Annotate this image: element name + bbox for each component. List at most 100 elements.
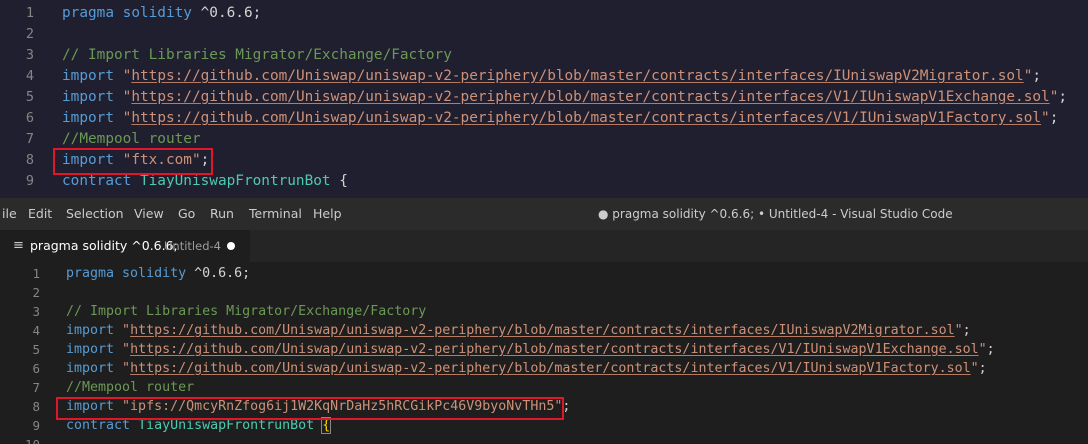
code-token: ": [954, 323, 963, 338]
code-line[interactable]: 6 import "https://github.com/Uniswap/unis…: [0, 108, 1088, 129]
code-line[interactable]: 6 import "https://github.com/Uniswap/unis…: [0, 359, 1088, 378]
code-token: ": [122, 342, 131, 357]
code-text: import "https://github.com/Uniswap/unisw…: [66, 359, 987, 378]
tab-description: Untitled-4: [164, 239, 221, 253]
code-token: ;: [962, 323, 971, 338]
line-number: 6: [25, 110, 34, 126]
code-token: ": [1041, 110, 1050, 126]
code-text: import "ipfs://QmcyRnZfog6ij1W2KqNrDaHz5…: [66, 397, 570, 416]
code-text: //Mempool router: [62, 129, 201, 150]
code-token: https://github.com/Uniswap/uniswap-v2-pe…: [130, 323, 955, 338]
code-token: //Mempool router: [66, 380, 195, 395]
code-text: import "https://github.com/Uniswap/unisw…: [66, 321, 971, 340]
code-token: solidity: [122, 5, 201, 21]
line-number: 4: [32, 323, 40, 338]
code-token: //Mempool router: [62, 131, 201, 147]
code-token: import: [62, 110, 123, 126]
code-token: ;: [562, 399, 571, 414]
editor-tab-untitled-4[interactable]: ≡ pragma solidity ^0.6.6; Untitled-4: [0, 230, 250, 262]
code-token: import: [66, 323, 123, 338]
menu-edit[interactable]: Edit: [28, 198, 52, 230]
code-token: https://github.com/Uniswap/uniswap-v2-pe…: [131, 68, 1024, 84]
line-number: 1: [25, 5, 34, 21]
menu-help[interactable]: Help: [313, 198, 342, 230]
code-line[interactable]: 10: [0, 435, 1088, 444]
menu-go[interactable]: Go: [178, 198, 195, 230]
code-token: import: [66, 361, 123, 376]
code-line[interactable]: 1 pragma solidity ^0.6.6;: [0, 3, 1088, 24]
code-token: {: [321, 417, 332, 434]
window-title: ● pragma solidity ^0.6.6; • Untitled-4 -…: [598, 207, 953, 221]
line-number: 4: [25, 68, 34, 84]
code-token: ": [122, 323, 131, 338]
menu-selection[interactable]: Selection: [66, 198, 124, 230]
menu-terminal[interactable]: Terminal: [249, 198, 302, 230]
code-token: ;: [200, 152, 210, 168]
code-line[interactable]: 4 import "https://github.com/Uniswap/unis…: [0, 66, 1088, 87]
line-number: 9: [25, 173, 34, 189]
code-line[interactable]: 9 contract TiayUniswapFrontrunBot {: [0, 171, 1088, 192]
top-editor-panel: 1 pragma solidity ^0.6.6; 2 3 // Import Libr…: [0, 0, 1088, 198]
code-token: {: [339, 173, 348, 189]
code-token: solidity: [122, 266, 195, 281]
line-number: 8: [32, 399, 40, 414]
tab-title: pragma solidity ^0.6.6;: [30, 238, 178, 253]
code-line[interactable]: 8 import "ipfs://QmcyRnZfog6ij1W2KqNrDaHz…: [0, 397, 1088, 416]
code-line[interactable]: 7 //Mempool router: [0, 129, 1088, 150]
code-line[interactable]: 3 // Import Libraries Migrator/Exchange/F…: [0, 45, 1088, 66]
code-token: contract: [66, 418, 139, 433]
code-line[interactable]: 9 contract TiayUniswapFrontrunBot {: [0, 416, 1088, 435]
menu-bar: ile Edit Selection View Go Run Terminal …: [0, 198, 1088, 230]
code-token: "ftx.com": [122, 152, 201, 168]
code-token: import: [62, 68, 123, 84]
code-token: ^0.6.6;: [194, 266, 251, 281]
menu-file[interactable]: ile: [2, 198, 17, 230]
line-number: 3: [25, 47, 34, 63]
line-number: 3: [32, 304, 40, 319]
line-number: 6: [32, 361, 40, 376]
code-text: pragma solidity ^0.6.6;: [62, 3, 261, 24]
code-text: contract TiayUniswapFrontrunBot {: [62, 171, 348, 192]
line-number: 7: [25, 131, 34, 147]
code-token: ;: [1058, 89, 1068, 105]
code-token: "ipfs://QmcyRnZfog6ij1W2KqNrDaHz5hRCGikP…: [122, 399, 563, 414]
line-number: 7: [32, 380, 40, 395]
code-line[interactable]: 4 import "https://github.com/Uniswap/unis…: [0, 321, 1088, 340]
menu-run[interactable]: Run: [210, 198, 234, 230]
code-text: import "https://github.com/Uniswap/unisw…: [62, 87, 1067, 108]
code-text: import "https://github.com/Uniswap/unisw…: [62, 108, 1058, 129]
code-token: TiayUniswapFrontrunBot: [138, 418, 323, 433]
line-number: 10: [0, 435, 40, 444]
code-line[interactable]: 1 pragma solidity ^0.6.6;: [0, 264, 1088, 283]
code-line[interactable]: 3 // Import Libraries Migrator/Exchange/F…: [0, 302, 1088, 321]
plaintext-file-icon: ≡: [13, 238, 24, 253]
code-text: //Mempool router: [66, 378, 194, 397]
code-line[interactable]: 8 import "ftx.com";: [0, 150, 1088, 171]
code-token: import: [62, 152, 123, 168]
line-number: 9: [32, 418, 40, 433]
unsaved-dot-icon[interactable]: [227, 242, 235, 250]
code-line[interactable]: 5 import "https://github.com/Uniswap/unis…: [0, 87, 1088, 108]
code-line[interactable]: 2: [0, 24, 1088, 45]
code-text: pragma solidity ^0.6.6;: [66, 264, 250, 283]
code-line[interactable]: 2: [0, 283, 1088, 302]
code-token: ;: [1049, 110, 1059, 126]
code-text: import "ftx.com";: [62, 150, 209, 171]
code-token: ;: [986, 342, 995, 357]
code-line[interactable]: 5 import "https://github.com/Uniswap/unis…: [0, 340, 1088, 359]
code-text: // Import Libraries Migrator/Exchange/Fa…: [62, 45, 452, 66]
line-number: 1: [32, 266, 40, 281]
code-token: ": [970, 361, 979, 376]
code-text: contract TiayUniswapFrontrunBot {: [66, 416, 332, 435]
code-token: TiayUniswapFrontrunBot: [139, 173, 340, 189]
code-token: // Import Libraries Migrator/Exchange/Fa…: [62, 47, 452, 63]
code-token: https://github.com/Uniswap/uniswap-v2-pe…: [131, 110, 1042, 126]
code-token: import: [66, 342, 123, 357]
code-token: https://github.com/Uniswap/uniswap-v2-pe…: [130, 361, 971, 376]
code-token: ": [978, 342, 987, 357]
menu-view[interactable]: View: [134, 198, 164, 230]
line-number: 5: [32, 342, 40, 357]
code-line[interactable]: 7 //Mempool router: [0, 378, 1088, 397]
code-token: pragma: [66, 266, 123, 281]
line-number: 5: [25, 89, 34, 105]
